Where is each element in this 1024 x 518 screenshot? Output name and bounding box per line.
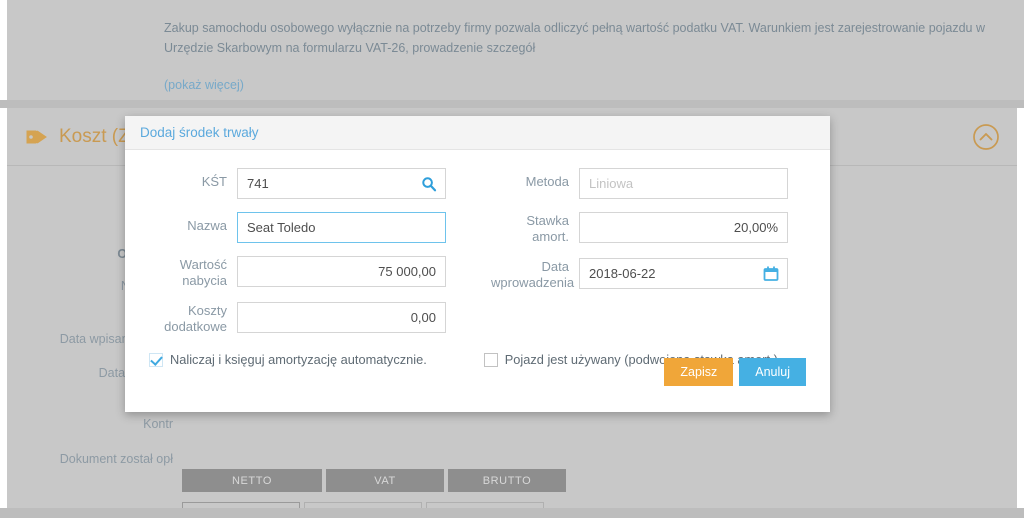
auto-amortization-label: Naliczaj i księguj amortyzację automatyc… xyxy=(170,352,427,367)
field-data-wprowadzenia: Data wprowadzenia 2018-06-22 xyxy=(491,258,806,291)
column-header-netto: NETTO xyxy=(182,469,322,492)
field-metoda: Metoda Liniowa xyxy=(491,168,806,199)
wartosc-nabycia-label: Wartość nabycia xyxy=(149,256,237,289)
modal-button-row: Zapisz Anuluj xyxy=(664,358,806,386)
kst-input[interactable]: 741 xyxy=(237,168,446,199)
field-stawka-amort: Stawka amort. 20,00% xyxy=(491,212,806,245)
kst-label: KŚT xyxy=(201,174,227,189)
calendar-icon[interactable] xyxy=(763,265,779,282)
koszty-dodatkowe-label-line2: dodatkowe xyxy=(164,319,227,334)
koszty-dodatkowe-value: 0,00 xyxy=(410,310,436,325)
modal-right-column: Metoda Liniowa Stawka amort. 20,00% Data… xyxy=(491,168,806,348)
metoda-label: Metoda xyxy=(525,174,569,189)
modal-body: KŚT 741 Nazwa Seat Toledo Wartość nabyci… xyxy=(125,150,830,412)
notice-text: Zakup samochodu osobowego wyłącznie na p… xyxy=(164,21,986,55)
field-kst: KŚT 741 xyxy=(149,168,464,199)
show-more-link[interactable]: (pokaż więcej) xyxy=(164,78,994,92)
stawka-amort-label-line2: amort. xyxy=(532,229,569,244)
search-icon[interactable] xyxy=(421,176,437,192)
tag-icon xyxy=(25,127,49,147)
stawka-amort-input[interactable]: 20,00% xyxy=(579,212,788,243)
field-wartosc-nabycia: Wartość nabycia 75 000,00 xyxy=(149,256,464,289)
stawka-amort-label: Stawka amort. xyxy=(491,212,579,245)
wartosc-nabycia-input[interactable]: 75 000,00 xyxy=(237,256,446,287)
modal-title: Dodaj środek trwały xyxy=(140,125,259,140)
app-root: Zakup samochodu osobowego wyłącznie na p… xyxy=(0,0,1024,518)
data-wprowadzenia-input[interactable]: 2018-06-22 xyxy=(579,258,788,289)
wartosc-nabycia-label-line2: nabycia xyxy=(182,273,227,288)
vat-notice-banner: Zakup samochodu osobowego wyłącznie na p… xyxy=(7,0,1024,100)
field-nazwa: Nazwa Seat Toledo xyxy=(149,212,464,243)
page-footer-strip xyxy=(0,508,1024,518)
kst-value: 741 xyxy=(247,176,269,191)
save-button[interactable]: Zapisz xyxy=(664,358,734,386)
nazwa-label: Nazwa xyxy=(187,218,227,233)
wartosc-nabycia-value: 75 000,00 xyxy=(378,264,436,279)
used-vehicle-checkbox[interactable] xyxy=(483,352,498,367)
section-divider xyxy=(0,100,1024,108)
column-header-brutto: BRUTTO xyxy=(448,469,566,492)
column-header-vat: VAT xyxy=(326,469,444,492)
add-fixed-asset-modal: Dodaj środek trwały KŚT 741 Nazwa Seat T… xyxy=(125,116,830,412)
koszty-dodatkowe-input[interactable]: 0,00 xyxy=(237,302,446,333)
stawka-amort-value: 20,00% xyxy=(733,220,778,235)
koszty-dodatkowe-label: Koszty dodatkowe xyxy=(149,302,237,335)
metoda-placeholder: Liniowa xyxy=(589,176,634,191)
stawka-amort-label-line1: Stawka xyxy=(526,213,569,228)
koszty-dodatkowe-label-line1: Koszty xyxy=(187,303,227,318)
data-wprowadzenia-label: Data wprowadzenia xyxy=(491,258,579,291)
chevron-up-circle-icon[interactable] xyxy=(972,123,1000,151)
nazwa-value: Seat Toledo xyxy=(247,220,316,235)
amounts-header-row: NETTO VAT BRUTTO xyxy=(182,469,566,492)
data-wprowadzenia-label-line2: wprowadzenia xyxy=(491,275,575,290)
data-wprowadzenia-value: 2018-06-22 xyxy=(589,266,656,281)
modal-left-column: KŚT 741 Nazwa Seat Toledo Wartość nabyci… xyxy=(149,168,464,348)
wartosc-nabycia-label-line1: Wartość xyxy=(179,257,227,272)
field-koszty-dodatkowe: Koszty dodatkowe 0,00 xyxy=(149,302,464,335)
data-wprowadzenia-label-line1: Data xyxy=(541,259,569,274)
bg-label-dokument-oplacony: Dokument został opł xyxy=(59,452,173,466)
nazwa-input[interactable]: Seat Toledo xyxy=(237,212,446,243)
metoda-input[interactable]: Liniowa xyxy=(579,168,788,199)
bg-label-kontrahent: Kontr xyxy=(143,417,173,431)
auto-amortization-checkbox-row[interactable]: Naliczaj i księguj amortyzację automatyc… xyxy=(149,352,427,367)
cancel-button[interactable]: Anuluj xyxy=(739,358,806,386)
modal-header: Dodaj środek trwały xyxy=(125,116,830,150)
auto-amortization-checkbox[interactable] xyxy=(149,352,163,367)
